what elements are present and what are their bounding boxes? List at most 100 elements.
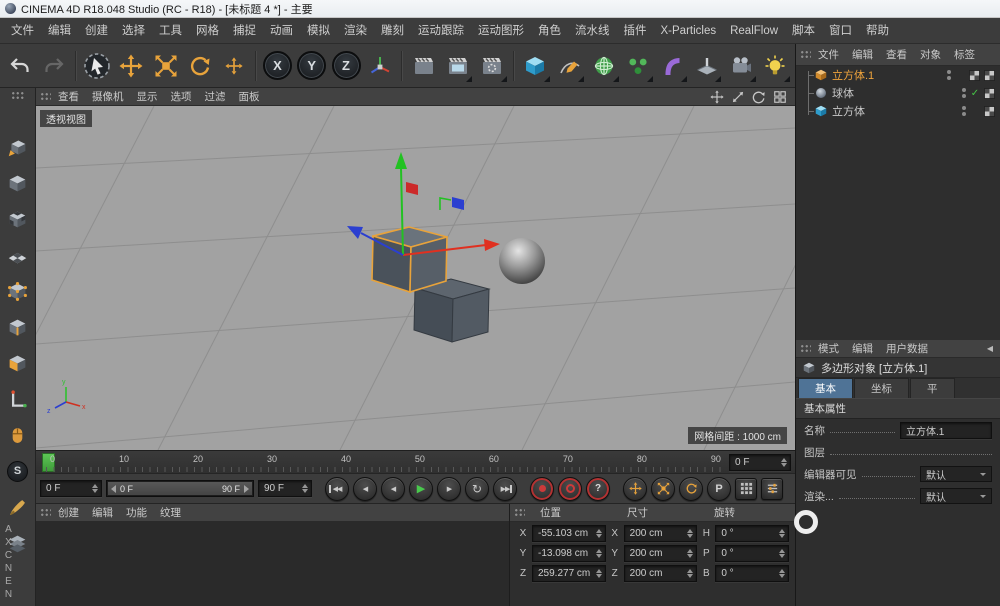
record-keyframe-button[interactable] [530, 477, 554, 501]
material-menu-item[interactable]: 创建 [52, 504, 85, 522]
cube-object-unselected[interactable] [414, 279, 489, 342]
spinner-icon[interactable] [593, 569, 602, 578]
material-menu-item[interactable]: 编辑 [86, 504, 119, 522]
tab-phong[interactable]: 平 [910, 378, 955, 398]
attribute-menu-item[interactable]: 模式 [812, 340, 845, 358]
menu-item[interactable]: 插件 [617, 18, 654, 44]
camera-button[interactable] [724, 47, 757, 85]
menu-item[interactable]: 窗口 [822, 18, 859, 44]
menu-item[interactable]: 选择 [115, 18, 152, 44]
visibility-dots-icon[interactable] [947, 70, 951, 80]
spline-pen-button[interactable] [553, 47, 586, 85]
key-parameter-filter[interactable]: P [707, 477, 731, 501]
object-row[interactable]: 立方体 [796, 102, 1000, 120]
spinner-icon[interactable] [593, 529, 602, 538]
next-frame-button[interactable]: ▶ [437, 477, 461, 501]
viewport-solo-button[interactable] [4, 422, 32, 448]
key-scale-filter[interactable] [651, 477, 675, 501]
basic-properties-section[interactable]: 基本属性 [796, 398, 1000, 419]
menu-item[interactable]: 脚本 [785, 18, 822, 44]
object-manager-menu-item[interactable]: 标签 [948, 46, 981, 64]
menu-item[interactable]: 编辑 [41, 18, 78, 44]
redo-button[interactable] [37, 47, 70, 85]
y-axis-lock[interactable]: Y [295, 47, 328, 85]
position-z-field[interactable]: 259.277 cm [532, 565, 606, 582]
viewport-orbit-button[interactable] [749, 89, 768, 105]
light-button[interactable] [759, 47, 792, 85]
uvw-tag-icon[interactable] [984, 106, 995, 117]
workplane-mode-button[interactable] [4, 242, 32, 268]
keyframe-help-button[interactable]: ? [586, 477, 610, 501]
last-used-tool[interactable] [218, 47, 251, 85]
sphere-object[interactable] [499, 238, 545, 284]
object-manager-menu-item[interactable]: 对象 [914, 46, 947, 64]
spinner-icon[interactable] [776, 529, 785, 538]
menu-item[interactable]: 运动跟踪 [411, 18, 471, 44]
prev-key-button[interactable]: ◀ [353, 477, 377, 501]
undo-button[interactable] [3, 47, 36, 85]
snap-toggle-button[interactable]: S [4, 458, 32, 484]
rotation-h-field[interactable]: 0 ° [715, 525, 789, 542]
object-name[interactable]: 立方体.1 [832, 67, 874, 83]
object-list[interactable]: 立方体.1 球体 ✓ [796, 66, 1000, 340]
object-manager-menu-item[interactable]: 查看 [880, 46, 913, 64]
x-axis-lock[interactable]: X [261, 47, 294, 85]
spinner-icon[interactable] [684, 549, 693, 558]
end-frame-field[interactable]: 90 F [258, 480, 312, 497]
attribute-menu-item[interactable]: 用户数据 [880, 340, 934, 358]
object-name[interactable]: 立方体 [832, 103, 865, 119]
spinner-icon[interactable] [684, 569, 693, 578]
array-generator-button[interactable] [622, 47, 655, 85]
menu-item[interactable]: 雕刻 [374, 18, 411, 44]
menu-item[interactable]: 流水线 [568, 18, 617, 44]
menu-item[interactable]: 渲染 [337, 18, 374, 44]
attribute-menu-item[interactable]: 编辑 [846, 340, 879, 358]
render-picture-viewer-button[interactable] [441, 47, 474, 85]
timeline-options-button[interactable] [761, 478, 783, 500]
range-handle-right[interactable] [244, 485, 249, 493]
viewport-menu-item[interactable]: 显示 [131, 88, 164, 106]
menu-item[interactable]: 动画 [263, 18, 300, 44]
menu-item[interactable]: 捕捉 [226, 18, 263, 44]
make-editable-button[interactable] [4, 134, 32, 160]
spinner-icon[interactable] [593, 549, 602, 558]
viewport[interactable]: x y z 透视视图 网格间距 : 1000 cm [36, 106, 795, 450]
uvw-tag-icon[interactable] [969, 70, 980, 81]
viewport-menu-item[interactable]: 过滤 [199, 88, 232, 106]
position-y-field[interactable]: -13.098 cm [532, 545, 606, 562]
size-y-field[interactable]: 200 cm [624, 545, 698, 562]
visibility-dots-icon[interactable] [962, 106, 966, 116]
goto-start-button[interactable]: ◀◀ [325, 477, 349, 501]
material-menu-item[interactable]: 纹理 [154, 504, 187, 522]
object-row[interactable]: 球体 ✓ [796, 84, 1000, 102]
cube-object-selected[interactable] [372, 227, 447, 292]
sidebar-grip[interactable] [11, 91, 25, 100]
spinner-icon[interactable] [299, 484, 308, 493]
layers-button[interactable] [4, 530, 32, 556]
object-manager-grip[interactable] [800, 50, 811, 59]
coordinate-system-toggle[interactable] [364, 47, 397, 85]
menu-item[interactable]: X-Particles [654, 18, 724, 44]
coordinate-grip[interactable] [514, 508, 525, 517]
spinner-icon[interactable] [778, 458, 787, 467]
texture-mode-button[interactable] [4, 206, 32, 232]
points-mode-button[interactable] [4, 278, 32, 304]
history-back-icon[interactable]: ◀ [987, 344, 996, 353]
environment-button[interactable] [690, 47, 723, 85]
keyframe-selection-button[interactable] [735, 478, 757, 500]
viewport-zoom-button[interactable] [728, 89, 747, 105]
timeline-ruler[interactable]: 0102030405060708090 0 F [36, 450, 795, 474]
key-position-filter[interactable] [623, 477, 647, 501]
play-button[interactable]: ▶ [409, 477, 433, 501]
move-tool[interactable] [115, 47, 148, 85]
object-manager-menu-item[interactable]: 编辑 [846, 46, 879, 64]
object-row[interactable]: 立方体.1 [796, 66, 1000, 84]
viewport-quad-button[interactable] [770, 89, 789, 105]
editor-visible-dropdown[interactable]: 默认 [920, 466, 992, 482]
material-grip[interactable] [40, 508, 51, 517]
name-field[interactable]: 立方体.1 [900, 422, 992, 439]
menu-item[interactable]: 运动图形 [471, 18, 531, 44]
axis-mode-button[interactable] [4, 386, 32, 412]
material-menu-item[interactable]: 功能 [120, 504, 153, 522]
viewport-menu-item[interactable]: 查看 [52, 88, 85, 106]
